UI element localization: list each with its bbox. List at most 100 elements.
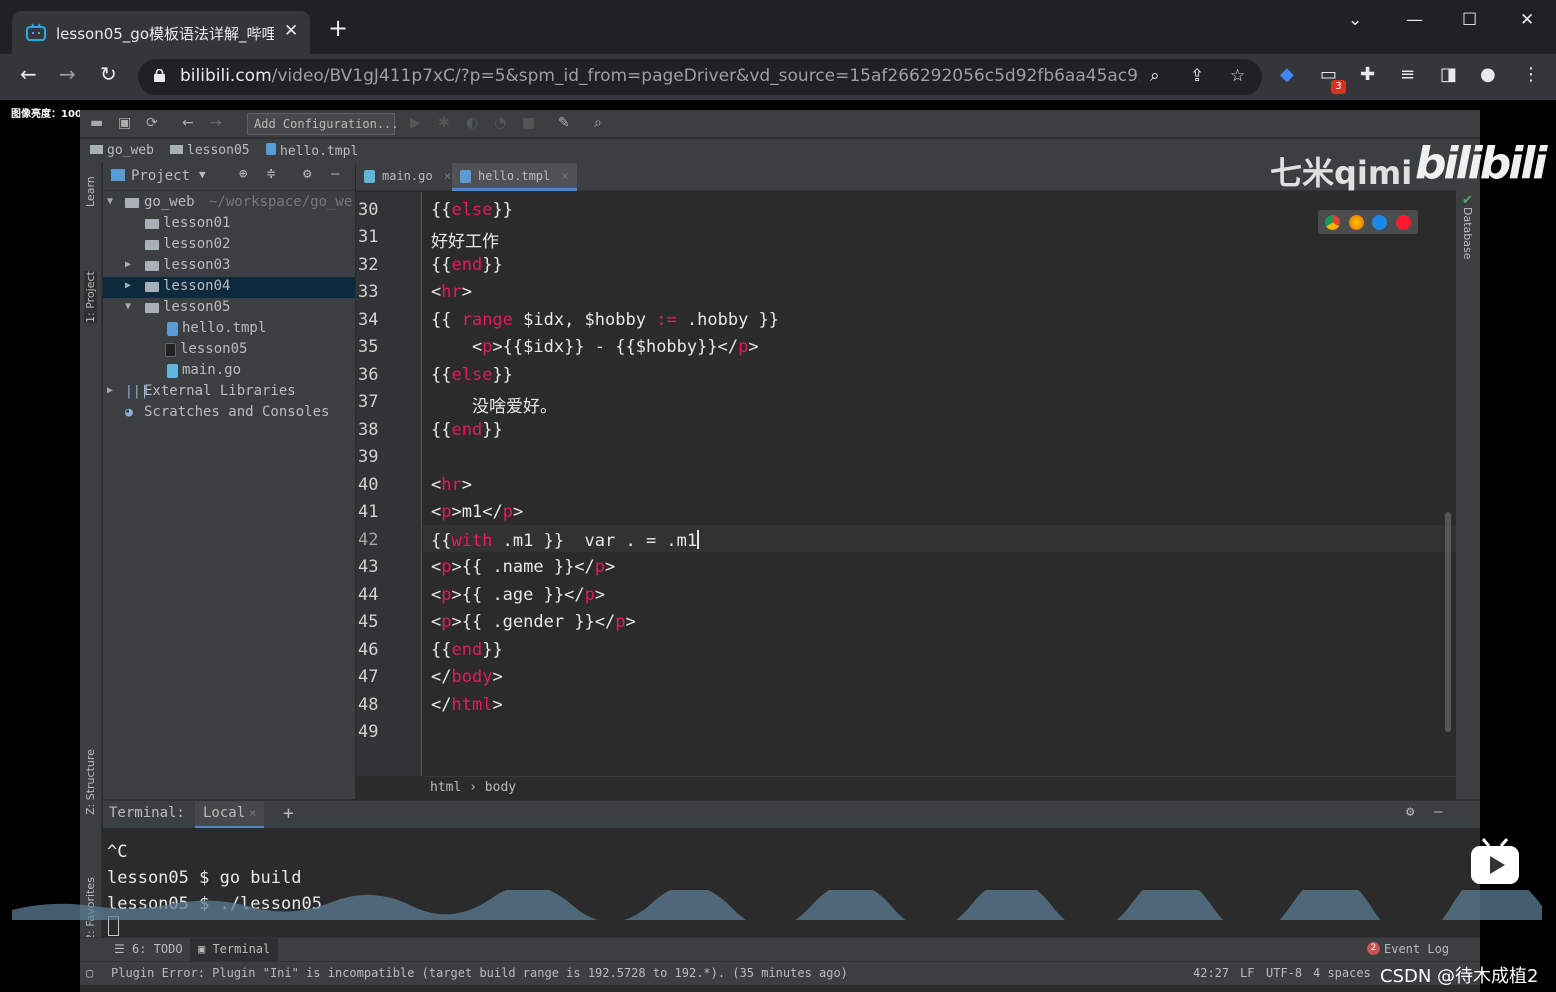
code-line[interactable]: 没啥爱好。 <box>431 392 557 419</box>
wrench-icon[interactable]: ✎ <box>558 115 570 131</box>
close-window-icon[interactable]: ✕ <box>1520 10 1534 30</box>
code-line[interactable]: <hr> <box>431 282 472 309</box>
expanded-arrow-icon[interactable]: ▼ <box>107 196 113 207</box>
code-line[interactable]: 好好工作 <box>431 227 499 254</box>
stop-icon[interactable]: ■ <box>522 115 535 131</box>
editor-scrollbar[interactable] <box>1445 512 1451 732</box>
code-line[interactable]: <p>m1</p> <box>431 502 523 529</box>
media-control-icon[interactable]: ≡ <box>1400 64 1415 85</box>
opera-icon[interactable] <box>1396 215 1411 230</box>
save-icon[interactable]: ▣ <box>118 115 131 131</box>
code-line[interactable]: {{else}} <box>431 365 513 392</box>
bookmark-star-icon[interactable]: ☆ <box>1230 66 1245 86</box>
address-bar[interactable]: bilibili.com/video/BV1gJ411p7xC/?p=5&spm… <box>138 59 1262 95</box>
back-nav-icon[interactable]: ← <box>182 115 194 131</box>
share-icon[interactable]: ⇪ <box>1190 66 1204 86</box>
forward-nav-icon[interactable]: → <box>210 115 222 131</box>
event-log-tab[interactable]: Event Log <box>1384 942 1449 956</box>
progress-waveform[interactable] <box>12 890 1542 920</box>
tree-item-go-web[interactable]: ▼ go_web ~/workspace/go_we <box>103 193 355 214</box>
terminal-tool-tab[interactable]: ▣ Terminal <box>190 938 279 961</box>
collapsed-arrow-icon[interactable]: ▶ <box>125 259 131 270</box>
new-terminal-plus-icon[interactable]: + <box>283 803 294 824</box>
code-line[interactable]: <p>{{ .gender }}</p> <box>431 612 636 639</box>
caret-position[interactable]: 42:27 <box>1193 966 1229 980</box>
learn-tool-tab[interactable]: Learn <box>84 176 97 207</box>
todo-tab[interactable]: ☰ 6: TODO <box>114 942 183 956</box>
file-encoding[interactable]: UTF-8 <box>1266 966 1302 980</box>
minimize-icon[interactable]: — <box>1406 10 1423 30</box>
chrome-icon[interactable] <box>1325 215 1340 230</box>
project-view-selector[interactable]: Project <box>131 168 190 184</box>
tab-close-icon[interactable]: × <box>444 169 451 183</box>
new-tab-button[interactable]: + <box>328 16 348 40</box>
code-line[interactable]: </body> <box>431 667 503 694</box>
indent-setting[interactable]: 4 spaces <box>1313 966 1371 980</box>
hide-terminal-icon[interactable]: — <box>1434 804 1442 820</box>
forward-arrow-icon[interactable]: → <box>59 64 76 84</box>
bilibili-play-icon[interactable] <box>1469 838 1521 886</box>
editor-tab-hello-tmpl[interactable]: hello.tmpl × <box>452 163 577 191</box>
gear-icon[interactable]: ⚙ <box>303 166 311 182</box>
editor-tab-main-go[interactable]: main.go × <box>356 163 459 191</box>
collapsed-arrow-icon[interactable]: ▶ <box>125 280 131 291</box>
search-everywhere-icon[interactable]: ⌕ <box>594 115 602 131</box>
tree-item-lesson02[interactable]: lesson02 <box>103 235 355 256</box>
side-panel-icon[interactable]: ◨ <box>1440 64 1457 85</box>
sync-icon[interactable]: ⟳ <box>146 115 158 131</box>
firefox-icon[interactable] <box>1349 215 1364 230</box>
code-breadcrumb-text[interactable]: html › body <box>430 780 516 795</box>
menu-dots-icon[interactable]: ⋮ <box>1522 64 1540 85</box>
tree-item-external-libraries[interactable]: ▶ ||| External Libraries <box>103 382 355 403</box>
diamond-extension-icon[interactable]: ◆ <box>1280 64 1294 85</box>
code-line[interactable]: {{else}} <box>431 200 513 227</box>
nav-crumb-lesson05[interactable]: lesson05 <box>170 143 250 158</box>
maximize-icon[interactable]: ☐ <box>1462 10 1477 30</box>
run-icon[interactable]: ▶ <box>410 115 421 131</box>
back-arrow-icon[interactable]: ← <box>20 64 37 84</box>
code-line[interactable]: {{with .m1 }} var . = .m1 <box>431 530 700 557</box>
expanded-arrow-icon[interactable]: ▼ <box>125 301 131 312</box>
code-line[interactable]: <p>{{$idx}} - {{$hobby}}</p> <box>431 337 759 364</box>
code-line[interactable]: {{end}} <box>431 420 503 447</box>
code-line[interactable]: </html> <box>431 695 503 722</box>
tree-item-lesson04[interactable]: ▶ lesson04 <box>103 277 355 298</box>
tree-item-lesson05-binary[interactable]: lesson05 <box>103 340 355 361</box>
safari-icon[interactable] <box>1372 215 1387 230</box>
hide-panel-icon[interactable]: — <box>331 166 339 182</box>
tree-item-lesson05[interactable]: ▼ lesson05 <box>103 298 355 319</box>
code-line[interactable]: <p>{{ .age }}</p> <box>431 585 605 612</box>
zoom-icon[interactable]: ⌕ <box>1150 66 1160 86</box>
status-message[interactable]: Plugin Error: Plugin "Ini" is incompatib… <box>111 966 848 980</box>
terminal-tab-local[interactable]: Local × <box>195 801 265 829</box>
chevron-down-icon[interactable]: ▼ <box>199 168 206 181</box>
code-line[interactable]: <hr> <box>431 475 472 502</box>
reload-icon[interactable]: ↻ <box>100 64 117 84</box>
database-tool-tab[interactable]: Database <box>1461 207 1474 260</box>
status-layout-icon[interactable]: ▢ <box>86 966 93 980</box>
line-separator[interactable]: LF <box>1240 966 1254 980</box>
code-line[interactable]: <p>{{ .name }}</p> <box>431 557 615 584</box>
tab-close-icon[interactable]: ✕ <box>284 21 298 41</box>
tree-item-main-go[interactable]: main.go <box>103 361 355 382</box>
tree-item-scratches[interactable]: ◕ Scratches and Consoles <box>103 403 355 424</box>
tab-search-chevron-icon[interactable]: ⌄ <box>1348 10 1362 30</box>
puzzle-extensions-icon[interactable]: ✚ <box>1360 64 1375 85</box>
collapse-all-icon[interactable]: ≑ <box>267 166 275 182</box>
project-tool-tab[interactable]: 1: Project <box>84 271 97 323</box>
tree-item-lesson03[interactable]: ▶ lesson03 <box>103 256 355 277</box>
code-line[interactable]: {{end}} <box>431 640 503 667</box>
code-line[interactable]: {{ range $idx, $hobby := .hobby }} <box>431 310 779 337</box>
code-editor[interactable]: {{else}} 好好工作 {{end}} <hr>{{ range $idx, $h… <box>423 192 1456 776</box>
tree-item-hello-tmpl[interactable]: hello.tmpl <box>103 319 355 340</box>
code-line[interactable]: {{end}} <box>431 255 503 282</box>
nav-crumb-go-web[interactable]: go_web <box>90 143 154 158</box>
profile-avatar-icon[interactable]: ● <box>1480 64 1496 85</box>
structure-tool-tab[interactable]: Z: Structure <box>84 749 97 815</box>
nav-crumb-hello-tmpl[interactable]: hello.tmpl <box>266 143 358 159</box>
open-folder-icon[interactable]: ▬ <box>90 115 103 131</box>
tab-close-icon[interactable]: × <box>561 169 568 183</box>
tab-close-icon[interactable]: × <box>249 806 256 820</box>
tree-item-lesson01[interactable]: lesson01 <box>103 214 355 235</box>
coverage-icon[interactable]: ◐ <box>466 115 478 131</box>
